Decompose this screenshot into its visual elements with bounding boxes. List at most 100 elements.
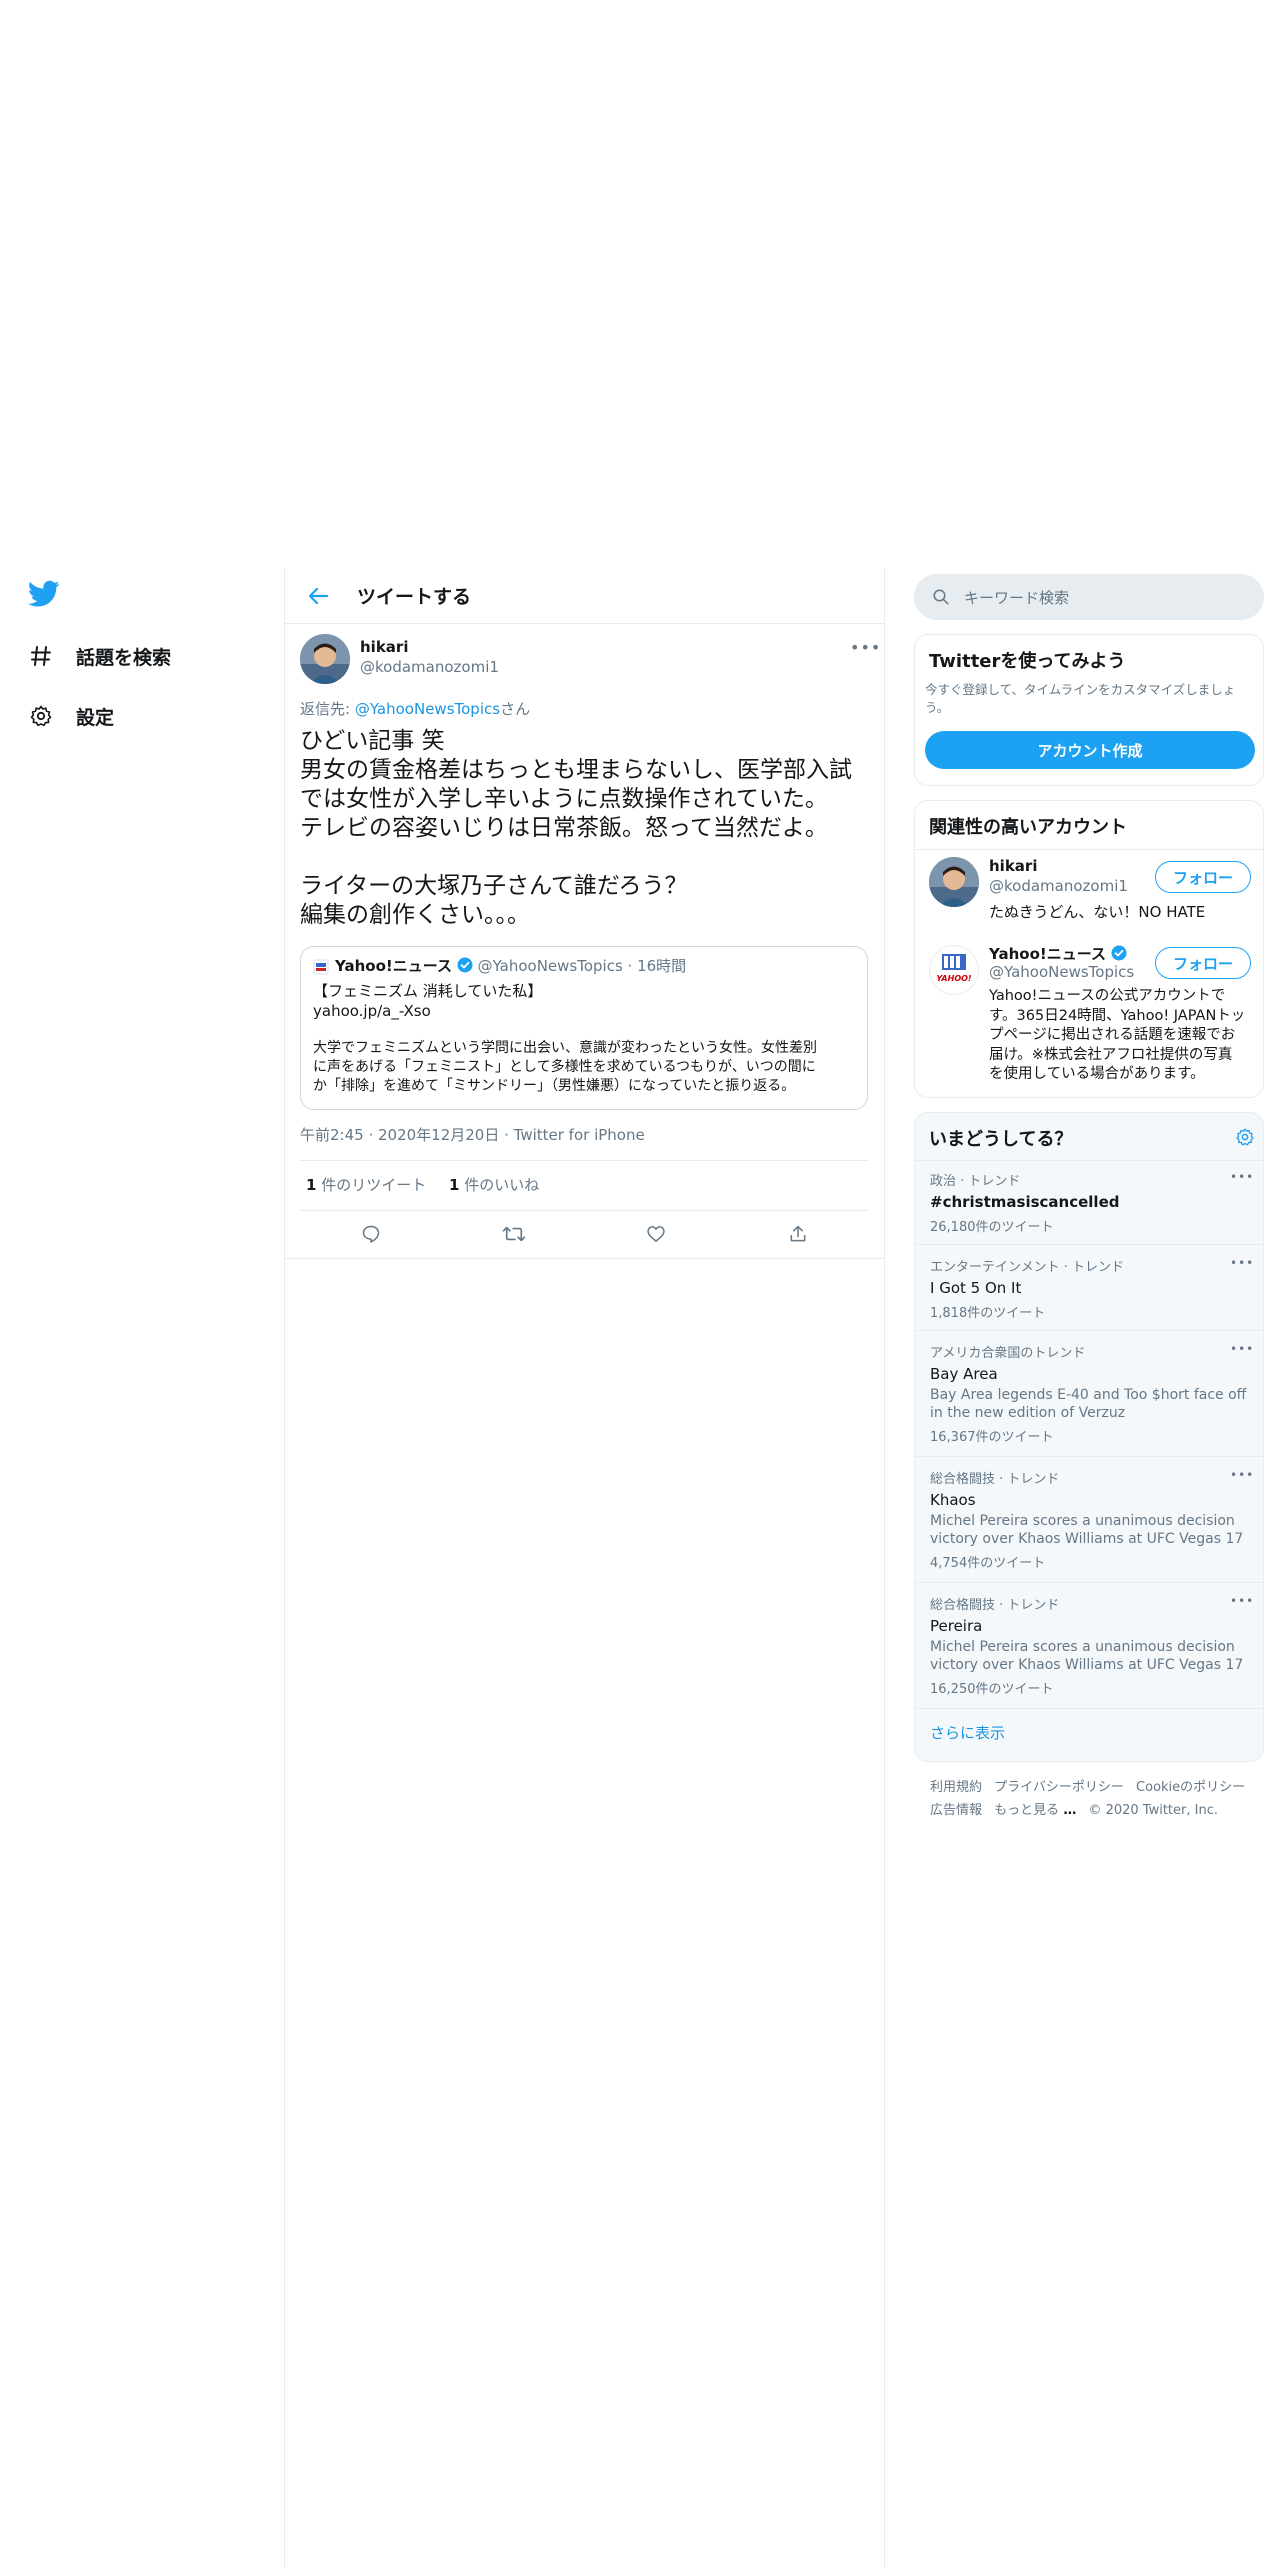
trend-context: 総合格闘技 · トレンド (930, 1598, 1060, 1613)
retweet-label: 件のリツイート (316, 1176, 427, 1194)
account-name-row: Yahoo!ニュース (989, 943, 1127, 965)
follow-button[interactable]: フォロー (1155, 947, 1251, 979)
gear-icon[interactable] (1235, 1127, 1255, 1151)
trend-context: 総合格闘技 · トレンド (930, 1472, 1060, 1487)
quote-link[interactable]: yahoo.jp/a_-Xso (313, 1002, 431, 1021)
tweet-text-spacer (300, 843, 870, 872)
retweet-stat[interactable]: 1 件のリツイート (306, 1176, 426, 1194)
nav-explore[interactable]: 話題を検索 (28, 636, 171, 676)
nav-settings[interactable]: 設定 (28, 696, 114, 736)
trends-title: いまどうしてる？ (929, 1129, 1073, 1150)
trend-description: Michel Pereira scores a unanimous decisi… (930, 1512, 1260, 1548)
footer-copyright: © 2020 Twitter, Inc. (1088, 1803, 1218, 1818)
trend-count: 1,818件のツイート (930, 1306, 1046, 1321)
signup-desc-line: う。 (925, 700, 950, 715)
trend-name: I Got 5 On It (930, 1279, 1022, 1297)
footer-privacy-link[interactable]: プライバシーポリシー (994, 1780, 1124, 1795)
avatar[interactable] (300, 634, 350, 684)
trend-desc-line: Michel Pereira scores a unanimous decisi… (930, 1639, 1235, 1655)
account-bio-line: Yahoo!ニュースの公式アカウントで (989, 988, 1226, 1004)
quote-name: Yahoo!ニュース (335, 957, 452, 975)
trend-name: Khaos (930, 1491, 976, 1509)
divider (915, 1456, 1263, 1457)
divider (915, 1330, 1263, 1331)
trend-count: 4,754件のツイート (930, 1556, 1046, 1571)
reply-to-mention[interactable]: @YahooNewsTopics (355, 700, 500, 718)
tweet-text-line: ひどい記事 笑 (300, 728, 445, 754)
account-handle[interactable]: @YahooNewsTopics (989, 963, 1134, 981)
trend-context: エンターテインメント · トレンド (930, 1260, 1125, 1275)
twitter-logo-icon[interactable] (28, 580, 64, 612)
more-options-icon[interactable]: ••• (1230, 1170, 1254, 1184)
create-account-button[interactable]: アカウント作成 (925, 731, 1255, 769)
divider (300, 1160, 868, 1161)
trend-item[interactable]: エンターテインメント · トレンド I Got 5 On It 1,818件のツ… (930, 1256, 1250, 1321)
trend-desc-line: Bay Area legends E-40 and Too $hort face… (930, 1387, 1247, 1403)
footer-ads-link[interactable]: 広告情報 (930, 1803, 982, 1818)
account-handle[interactable]: @kodamanozomi1 (989, 877, 1128, 895)
quote-body-line: か「排除」を進めて「ミサンドリー」（男性嫌悪）になっていたと振り返る。 (313, 1078, 796, 1094)
trend-count: 26,180件のツイート (930, 1220, 1054, 1235)
column-divider (284, 568, 285, 2568)
divider (915, 1708, 1263, 1709)
hashtag-icon (28, 643, 54, 669)
account-bio-line: プページに掲出される話題を速報でお (989, 1027, 1236, 1043)
divider (915, 1244, 1263, 1245)
trend-item[interactable]: 政治 · トレンド #christmasiscancelled 26,180件の… (930, 1170, 1250, 1235)
relevant-accounts-card: 関連性の高いアカウント hikari @kodamanozomi1 たぬきうどん… (914, 800, 1264, 1098)
tweet-text-line: 男女の賃金格差はちっとも埋まらないし、医学部入試 (300, 757, 852, 783)
quoted-tweet[interactable]: Yahoo!ニュース @YahooNewsTopics · 16時間 【フェミニ… (300, 946, 868, 1110)
retweet-icon[interactable] (500, 1220, 528, 1248)
trend-name: #christmasiscancelled (930, 1193, 1120, 1211)
like-heart-icon[interactable] (642, 1220, 670, 1248)
yahoo-avatar[interactable]: YAHOO! (929, 945, 979, 995)
quote-body: 大学でフェミニズムという学問に出会い、意識が変わったという女性。女性差別 に声を… (313, 1039, 861, 1096)
follow-button[interactable]: フォロー (1155, 861, 1251, 893)
more-options-icon[interactable]: ••• (1230, 1256, 1254, 1270)
tweet-header: ツイートする (285, 568, 884, 624)
account-name[interactable]: hikari (989, 857, 1037, 875)
search-input[interactable]: キーワード検索 (914, 574, 1264, 620)
quote-body-line: に声をあげる「フェミニスト」として多様性を求めているつもりが、いつの間に (313, 1059, 816, 1075)
more-options-icon[interactable]: ••• (850, 638, 881, 657)
nav-settings-label: 設定 (76, 706, 115, 729)
divider (300, 1210, 868, 1211)
trend-item[interactable]: 総合格闘技 · トレンド Pereira Michel Pereira scor… (930, 1594, 1260, 1697)
verified-badge-icon (1111, 945, 1127, 965)
quote-body-line: 大学でフェミニズムという学問に出会い、意識が変わったという女性。女性差別 (313, 1040, 817, 1056)
footer-row: 利用規約 プライバシーポリシー Cookieのポリシー (930, 1776, 1260, 1799)
footer-more-label: もっと見る (994, 1803, 1060, 1818)
trend-item[interactable]: アメリカ合衆国のトレンド Bay Area Bay Area legends E… (930, 1342, 1260, 1445)
trend-item[interactable]: 総合格闘技 · トレンド Khaos Michel Pereira scores… (930, 1468, 1260, 1571)
trend-desc-line: Michel Pereira scores a unanimous decisi… (930, 1513, 1235, 1529)
tweet-timestamp[interactable]: 午前2:45 · 2020年12月20日 · Twitter for iPhon… (300, 1124, 645, 1145)
trend-name: Pereira (930, 1617, 983, 1635)
footer-more-link[interactable]: もっと見る … (994, 1803, 1076, 1818)
gear-icon (28, 703, 54, 729)
verified-badge-icon (457, 957, 473, 978)
signup-title: Twitterを使ってみよう (929, 651, 1126, 672)
account-bio-line: 届け。※株式会社アフロ社提供の写真 (989, 1046, 1233, 1063)
tweet-text-line: テレビの容姿いじりは日常茶飯。怒って当然だよ。 (300, 815, 828, 841)
like-stat[interactable]: 1 件のいいね (449, 1176, 539, 1194)
reply-icon[interactable] (357, 1220, 385, 1248)
more-options-icon[interactable]: ••• (1230, 1468, 1254, 1482)
back-arrow-icon[interactable] (303, 581, 333, 611)
footer-terms-link[interactable]: 利用規約 (930, 1780, 982, 1795)
show-more-link[interactable]: さらに表示 (930, 1722, 1005, 1743)
more-options-icon[interactable]: ••• (1230, 1342, 1254, 1356)
account-name[interactable]: Yahoo!ニュース (989, 945, 1106, 963)
footer-cookie-link[interactable]: Cookieのポリシー (1136, 1780, 1245, 1795)
more-options-icon[interactable]: ••• (1230, 1594, 1254, 1608)
reply-to-suffix: さん (500, 700, 531, 718)
author-name[interactable]: hikari (360, 638, 408, 656)
retweet-count: 1 (306, 1176, 317, 1194)
author-handle[interactable]: @kodamanozomi1 (360, 658, 499, 676)
share-icon[interactable] (784, 1220, 812, 1248)
trend-context: 政治 · トレンド (930, 1174, 1021, 1189)
tweet-text-line: ライターの大塚乃子さんて誰だろう？ (300, 873, 688, 899)
trend-desc-line: in the new edition of Verzuz (930, 1405, 1126, 1421)
footer-row: 広告情報 もっと見る … © 2020 Twitter, Inc. (930, 1799, 1260, 1822)
search-icon (932, 588, 950, 606)
avatar[interactable] (929, 857, 979, 907)
